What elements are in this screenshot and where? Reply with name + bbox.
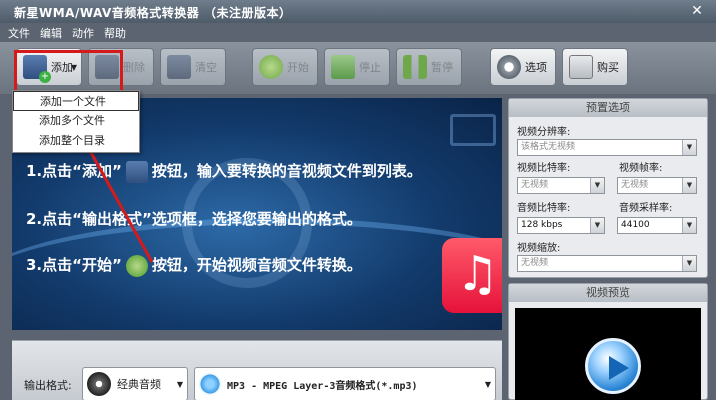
cart-icon — [569, 55, 593, 79]
title-bar: 新星WMA/WAV音频格式转换器 （未注册版本） ✕ — [0, 0, 716, 23]
sample-rate-select[interactable]: 44100 ▼ — [617, 217, 697, 234]
output-format-value: MP3 - MPEG Layer-3音频格式(*.mp3) — [227, 380, 418, 392]
pause-button-label: 暂停 — [431, 61, 453, 74]
chevron-down-icon: ▼ — [590, 178, 604, 193]
video-preview-title: 视频预览 — [509, 284, 707, 302]
clear-button[interactable]: 清空 — [160, 48, 226, 86]
buy-button-label: 购买 — [597, 61, 619, 74]
menu-help[interactable]: 帮助 — [104, 25, 126, 41]
chevron-down-icon: ▼ — [484, 380, 491, 389]
convert-icon — [259, 55, 283, 79]
preset-options-panel: 预置选项 视频分辨率: 该格式无视频 ▼ 视频比特率: 视频帧率: 无视频 ▼ 无视… — [508, 98, 708, 278]
video-scale-value: 无视频 — [521, 258, 549, 268]
menu-item-add-multiple-files[interactable]: 添加多个文件 — [13, 111, 139, 131]
chevron-down-icon: ▼ — [590, 218, 604, 233]
instruction-step-3-a: 3.点击“开始” — [26, 256, 122, 274]
pause-icon — [403, 55, 427, 79]
audio-format-icon — [199, 373, 221, 395]
music-app-icon: ♫ — [442, 238, 502, 313]
menu-edit[interactable]: 编辑 — [40, 25, 62, 41]
chevron-down-icon: ▼ — [682, 178, 696, 193]
convert-icon — [125, 254, 148, 277]
disc-icon — [87, 372, 111, 396]
start-button[interactable]: 开始 — [252, 48, 318, 86]
instruction-step-3-b: 按钮，开始视频音频文件转换。 — [151, 256, 362, 274]
video-preview-panel: 视频预览 — [508, 283, 708, 400]
close-icon[interactable]: ✕ — [686, 2, 708, 20]
resolution-select[interactable]: 该格式无视频 ▼ — [517, 139, 697, 156]
sample-rate-value: 44100 — [621, 220, 650, 230]
play-icon[interactable] — [585, 338, 641, 394]
window-title: 新星WMA/WAV音频格式转换器 （未注册版本） — [14, 6, 292, 20]
video-bitrate-value: 无视频 — [521, 180, 549, 190]
stop-icon — [331, 55, 355, 79]
chevron-down-icon: ▼ — [682, 256, 696, 271]
frame-rate-value: 无视频 — [621, 180, 649, 190]
stop-button[interactable]: 停止 — [324, 48, 390, 86]
menu-bar: 文件 编辑 动作 帮助 — [0, 23, 716, 42]
pause-button[interactable]: 暂停 — [396, 48, 462, 86]
audio-bitrate-select[interactable]: 128 kbps ▼ — [517, 217, 605, 234]
instruction-step-3: 3.点击“开始” 按钮，开始视频音频文件转换。 — [26, 254, 362, 277]
options-button[interactable]: 选项 — [490, 48, 556, 86]
film-strip-icon — [450, 114, 496, 146]
preset-options-title: 预置选项 — [509, 99, 707, 117]
start-button-label: 开始 — [287, 61, 309, 74]
add-dropdown-menu: 添加一个文件 添加多个文件 添加整个目录 — [12, 90, 140, 153]
instruction-step-1: 1.点击“添加” 按钮，输入要转换的音视频文件到列表。 — [26, 160, 422, 183]
sample-rate-label: 音频采样率: — [619, 203, 673, 214]
gear-icon — [497, 55, 521, 79]
menu-file[interactable]: 文件 — [8, 25, 30, 41]
output-format-select[interactable]: MP3 - MPEG Layer-3音频格式(*.mp3) ▼ — [194, 367, 496, 400]
instruction-step-1-b: 按钮，输入要转换的音视频文件到列表。 — [151, 162, 422, 180]
resolution-value: 该格式无视频 — [521, 142, 576, 152]
menu-action[interactable]: 动作 — [72, 25, 94, 41]
clear-button-label: 清空 — [195, 61, 217, 74]
output-category-value: 经典音频 — [117, 378, 161, 391]
stop-button-label: 停止 — [359, 61, 381, 74]
output-format-label: 输出格式: — [24, 379, 72, 392]
output-category-select[interactable]: 经典音频 ▼ — [82, 367, 188, 400]
menu-item-add-one-file[interactable]: 添加一个文件 — [13, 91, 139, 111]
chevron-down-icon: ▼ — [176, 380, 183, 389]
frame-rate-label: 视频帧率: — [619, 163, 663, 174]
instruction-step-1-a: 1.点击“添加” — [26, 162, 122, 180]
output-format-bar: 输出格式: 经典音频 ▼ MP3 - MPEG Layer-3音频格式(*.mp… — [12, 340, 502, 400]
chevron-down-icon: ▼ — [682, 218, 696, 233]
video-scale-label: 视频缩放: — [517, 243, 561, 254]
video-bitrate-select[interactable]: 无视频 ▼ — [517, 177, 605, 194]
video-bitrate-label: 视频比特率: — [517, 163, 571, 174]
resolution-label: 视频分辨率: — [517, 127, 571, 138]
options-button-label: 选项 — [525, 61, 547, 74]
audio-bitrate-label: 音频比特率: — [517, 203, 571, 214]
clear-list-icon — [167, 55, 191, 79]
add-file-icon — [125, 160, 148, 183]
buy-button[interactable]: 购买 — [562, 48, 628, 86]
menu-item-add-directory[interactable]: 添加整个目录 — [13, 131, 139, 151]
music-note-icon: ♫ — [456, 246, 500, 302]
frame-rate-select[interactable]: 无视频 ▼ — [617, 177, 697, 194]
preview-screen — [515, 308, 701, 400]
video-scale-select[interactable]: 无视频 ▼ — [517, 255, 697, 272]
audio-bitrate-value: 128 kbps — [521, 220, 563, 230]
delete-button-label: 删除 — [123, 61, 145, 74]
chevron-down-icon: ▼ — [682, 140, 696, 155]
instruction-step-2: 2.点击“输出格式”选项框，选择您要输出的格式。 — [26, 210, 362, 228]
